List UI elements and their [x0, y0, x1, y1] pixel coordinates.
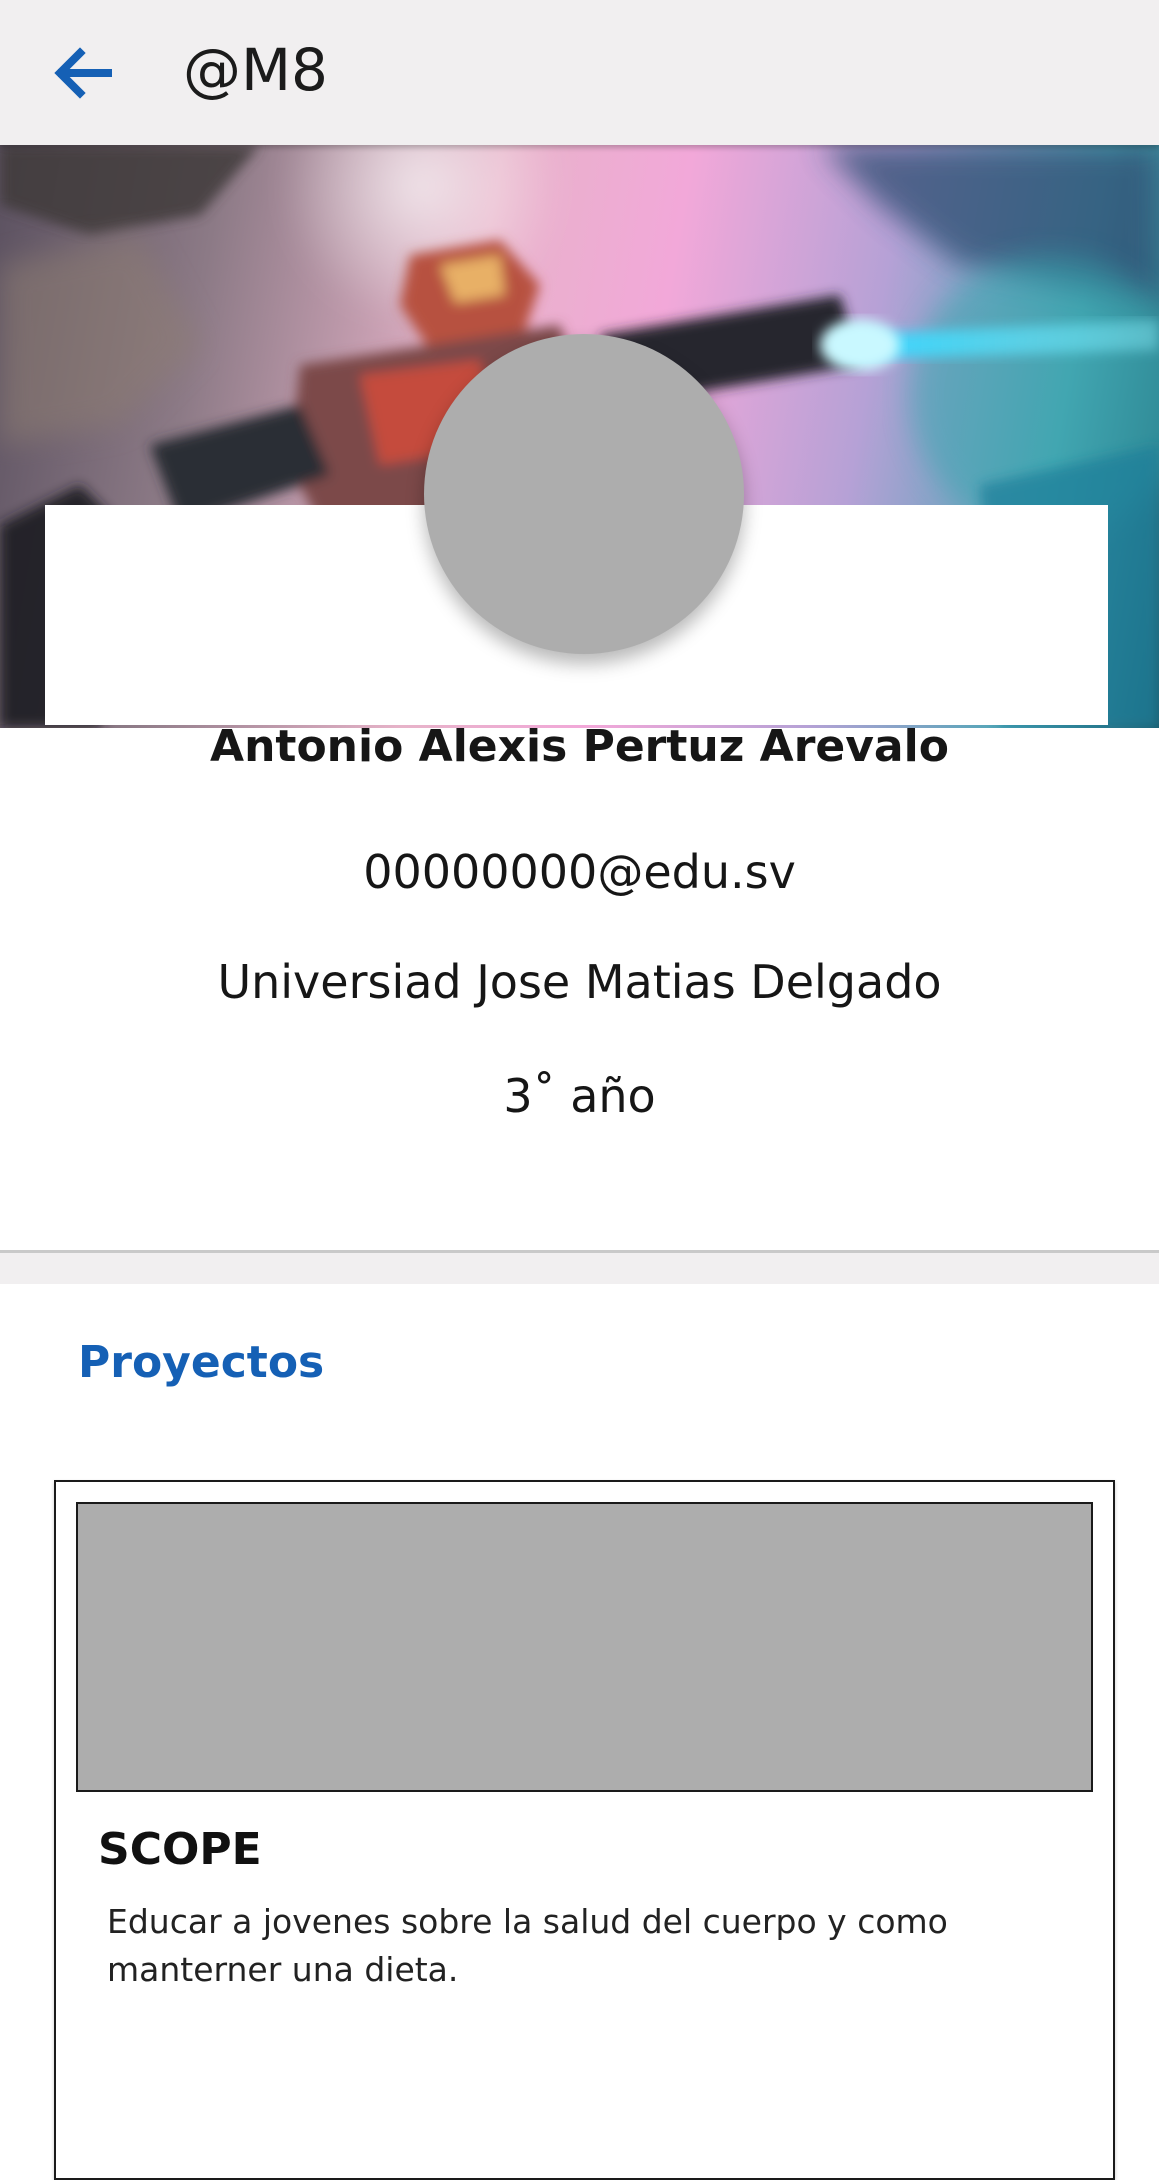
- projects-heading: Proyectos: [78, 1337, 325, 1388]
- profile-name: Antonio Alexis Pertuz Arevalo: [210, 721, 949, 772]
- back-button[interactable]: [40, 38, 124, 108]
- arrow-left-icon: [54, 47, 112, 99]
- project-description: Educar a jovenes sobre la salud del cuer…: [107, 1902, 948, 1989]
- project-image: [76, 1502, 1093, 1792]
- page-title: @M8: [183, 36, 328, 104]
- profile-email: 00000000@edu.sv: [363, 845, 796, 899]
- app-bar: @M8: [0, 0, 1159, 145]
- project-title: SCOPE: [98, 1824, 262, 1875]
- profile-year: 3˚ año: [503, 1069, 656, 1123]
- profile-university: Universiad Jose Matias Delgado: [217, 955, 942, 1009]
- project-card[interactable]: SCOPE Educar a jovenes sobre la salud de…: [54, 1480, 1115, 2180]
- section-divider: [0, 1250, 1159, 1284]
- avatar: [424, 334, 744, 654]
